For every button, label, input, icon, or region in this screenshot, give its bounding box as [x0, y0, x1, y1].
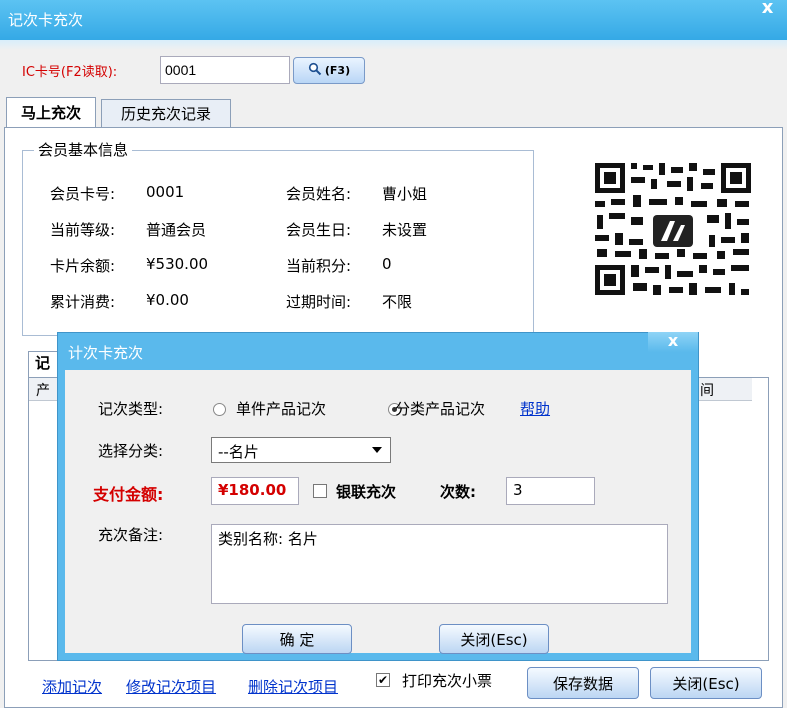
- ic-card-label: IC卡号(F2读取):: [22, 65, 118, 80]
- save-data-button[interactable]: 保存数据: [527, 667, 639, 699]
- member-birthday-label: 会员生日:: [286, 221, 352, 239]
- window-title: 记次卡充次: [8, 11, 84, 29]
- member-expiry-label: 过期时间:: [286, 293, 352, 311]
- pay-amount-input[interactable]: ¥180.00: [211, 477, 299, 505]
- count-label: 次数:: [440, 483, 476, 501]
- close-button[interactable]: 关闭(Esc): [650, 667, 762, 699]
- add-record-link[interactable]: 添加记次: [42, 676, 102, 697]
- type-category-label: 分类产品记次: [395, 400, 486, 418]
- member-level-value: 普通会员: [146, 221, 207, 239]
- dialog-close-button[interactable]: x: [648, 332, 698, 352]
- type-label: 记次类型:: [98, 400, 164, 418]
- member-name-value: 曹小姐: [382, 185, 428, 203]
- unionpay-label: 银联充次: [336, 483, 397, 501]
- ic-card-input[interactable]: [160, 56, 290, 84]
- tab-recharge-history[interactable]: 历史充次记录: [101, 99, 231, 127]
- window-title-bar: [0, 0, 787, 40]
- print-receipt-checkbox[interactable]: ✔: [376, 673, 390, 687]
- unionpay-checkbox[interactable]: [313, 484, 327, 498]
- chevron-down-icon: [372, 447, 382, 453]
- confirm-button[interactable]: 确 定: [242, 624, 352, 654]
- member-balance-label: 卡片余额:: [50, 257, 116, 275]
- category-select[interactable]: --名片: [211, 437, 391, 463]
- records-col-first: 产: [36, 383, 50, 399]
- member-total-spend-label: 累计消费:: [50, 293, 116, 311]
- edit-record-link[interactable]: 修改记次项目: [126, 676, 216, 697]
- member-name-label: 会员姓名:: [286, 185, 352, 203]
- type-single-radio[interactable]: [213, 403, 226, 416]
- member-balance-value: ¥530.00: [146, 255, 209, 273]
- pay-amount-label: 支付金额:: [93, 485, 164, 504]
- read-card-button[interactable]: (F3): [293, 57, 365, 84]
- member-card-no-label: 会员卡号:: [50, 185, 116, 203]
- member-total-spend-value: ¥0.00: [146, 291, 189, 309]
- type-single-label: 单件产品记次: [236, 400, 327, 418]
- remark-label: 充次备注:: [98, 526, 164, 544]
- member-points-value: 0: [382, 255, 392, 273]
- read-card-button-label: (F3): [324, 64, 351, 77]
- member-card-no-value: 0001: [146, 183, 185, 201]
- qr-code-icon: [557, 143, 765, 331]
- tab-recharge-now[interactable]: 马上充次: [6, 97, 96, 127]
- dialog-cancel-button[interactable]: 关闭(Esc): [439, 624, 549, 654]
- category-label: 选择分类:: [98, 442, 164, 460]
- member-expiry-value: 不限: [382, 293, 413, 311]
- records-col-last: 间: [700, 383, 714, 399]
- delete-record-link[interactable]: 删除记次项目: [248, 676, 338, 697]
- help-link[interactable]: 帮助: [520, 398, 550, 419]
- member-points-label: 当前积分:: [286, 257, 352, 275]
- member-level-label: 当前等级:: [50, 221, 116, 239]
- header-strip: [0, 40, 787, 50]
- magnifier-icon: [308, 62, 322, 79]
- count-input[interactable]: 3: [506, 477, 595, 505]
- member-info-legend: 会员基本信息: [34, 139, 133, 160]
- member-birthday-value: 未设置: [382, 221, 428, 239]
- dialog-title: 计次卡充次: [68, 344, 144, 362]
- print-receipt-label: 打印充次小票: [402, 672, 493, 690]
- remark-textarea[interactable]: 类别名称: 名片: [211, 524, 668, 604]
- window-close-button[interactable]: x: [748, 0, 787, 20]
- check-icon: ✔: [377, 673, 389, 687]
